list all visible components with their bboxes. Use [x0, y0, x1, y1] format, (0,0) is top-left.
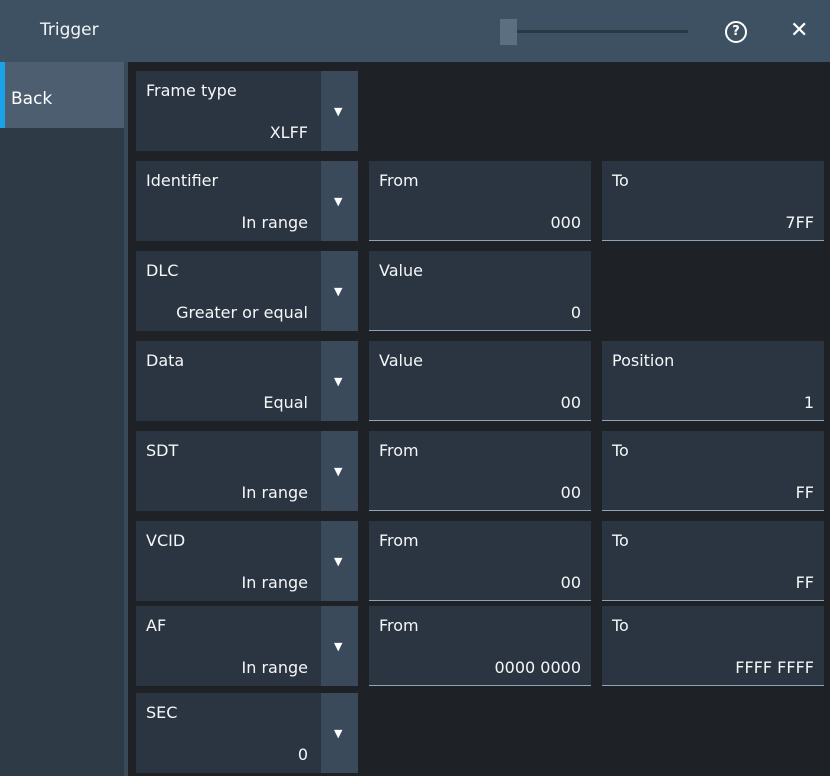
chevron-down-icon: ▼: [334, 195, 343, 208]
af-select[interactable]: AF In range ▼: [136, 606, 358, 686]
scroll-handle[interactable]: [500, 19, 517, 45]
sec-label: SEC: [146, 703, 178, 722]
close-icon[interactable]: ✕: [790, 16, 808, 46]
identifier-from-field[interactable]: From 000: [369, 161, 591, 241]
dlc-dropdown-button[interactable]: ▼: [321, 251, 358, 331]
vcid-from-value: 00: [560, 573, 581, 592]
sec-select[interactable]: SEC 0 ▼: [136, 693, 358, 773]
chevron-down-icon: ▼: [334, 727, 343, 740]
data-position-label: Position: [612, 351, 675, 370]
dlc-label: DLC: [146, 261, 179, 280]
dlc-select[interactable]: DLC Greater or equal ▼: [136, 251, 358, 331]
frame-type-label: Frame type: [146, 81, 237, 100]
sdt-from-value: 00: [560, 483, 581, 502]
data-value: Equal: [263, 393, 308, 412]
af-to-field[interactable]: To FFFF FFFF: [602, 606, 824, 686]
identifier-from-value: 000: [550, 213, 581, 232]
af-to-label: To: [612, 616, 629, 635]
scroll-track[interactable]: [500, 30, 688, 33]
vcid-dropdown-button[interactable]: ▼: [321, 521, 358, 601]
data-position-value: 1: [803, 393, 814, 412]
data-label: Data: [146, 351, 185, 370]
vcid-select[interactable]: VCID In range ▼: [136, 521, 358, 601]
dlc-value: Greater or equal: [176, 303, 308, 322]
identifier-from-label: From: [379, 171, 419, 190]
title-bar: [0, 0, 830, 62]
sdt-from-field[interactable]: From 00: [369, 431, 591, 511]
identifier-to-value: 7FF: [785, 213, 814, 232]
af-to-value: FFFF FFFF: [735, 658, 814, 677]
chevron-down-icon: ▼: [334, 375, 343, 388]
data-dropdown-button[interactable]: ▼: [321, 341, 358, 421]
data-position-field[interactable]: Position 1: [602, 341, 824, 421]
chevron-down-icon: ▼: [334, 285, 343, 298]
sdt-to-value: FF: [795, 483, 814, 502]
sidebar-divider: [124, 62, 128, 776]
dialog-title: Trigger: [40, 20, 99, 40]
vcid-value: In range: [241, 573, 308, 592]
identifier-to-label: To: [612, 171, 629, 190]
sdt-value: In range: [241, 483, 308, 502]
identifier-select[interactable]: Identifier In range ▼: [136, 161, 358, 241]
af-from-field[interactable]: From 0000 0000: [369, 606, 591, 686]
frame-type-value: XLFF: [269, 123, 308, 142]
sidebar: [0, 62, 124, 776]
af-dropdown-button[interactable]: ▼: [321, 606, 358, 686]
sdt-select[interactable]: SDT In range ▼: [136, 431, 358, 511]
back-button-label: Back: [11, 89, 53, 109]
af-from-value: 0000 0000: [494, 658, 581, 677]
af-value: In range: [241, 658, 308, 677]
vcid-to-field[interactable]: To FF: [602, 521, 824, 601]
back-button[interactable]: Back: [0, 62, 124, 128]
sdt-from-label: From: [379, 441, 419, 460]
sdt-to-field[interactable]: To FF: [602, 431, 824, 511]
vcid-to-value: FF: [795, 573, 814, 592]
identifier-dropdown-button[interactable]: ▼: [321, 161, 358, 241]
data-value-label: Value: [379, 351, 423, 370]
chevron-down-icon: ▼: [334, 465, 343, 478]
data-value-value: 00: [560, 393, 581, 412]
sdt-dropdown-button[interactable]: ▼: [321, 431, 358, 511]
af-label: AF: [146, 616, 167, 635]
sec-value: 0: [297, 745, 308, 764]
dlc-value-field[interactable]: Value 0: [369, 251, 591, 331]
chevron-down-icon: ▼: [334, 640, 343, 653]
vcid-from-field[interactable]: From 00: [369, 521, 591, 601]
data-value-field[interactable]: Value 00: [369, 341, 591, 421]
identifier-to-field[interactable]: To 7FF: [602, 161, 824, 241]
data-select[interactable]: Data Equal ▼: [136, 341, 358, 421]
sdt-label: SDT: [146, 441, 179, 460]
help-icon[interactable]: ?: [725, 21, 747, 43]
af-from-label: From: [379, 616, 419, 635]
sec-dropdown-button[interactable]: ▼: [321, 693, 358, 773]
dlc-value-label: Value: [379, 261, 423, 280]
vcid-to-label: To: [612, 531, 629, 550]
vcid-label: VCID: [146, 531, 186, 550]
chevron-down-icon: ▼: [334, 105, 343, 118]
chevron-down-icon: ▼: [334, 555, 343, 568]
frame-type-dropdown-button[interactable]: ▼: [321, 71, 358, 151]
identifier-value: In range: [241, 213, 308, 232]
sdt-to-label: To: [612, 441, 629, 460]
identifier-label: Identifier: [146, 171, 219, 190]
vcid-from-label: From: [379, 531, 419, 550]
dlc-value-value: 0: [570, 303, 581, 322]
frame-type-select[interactable]: Frame type XLFF ▼: [136, 71, 358, 151]
